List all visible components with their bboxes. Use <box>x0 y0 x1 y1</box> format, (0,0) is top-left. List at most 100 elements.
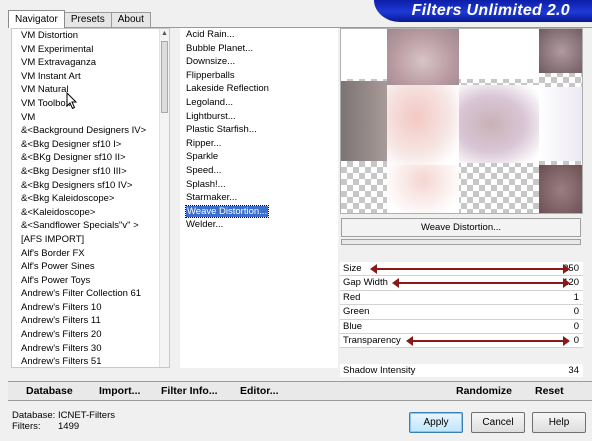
category-item[interactable]: &<BKg Designer sf10 II> <box>12 151 169 165</box>
filter-item-label: Weave Distortion... <box>184 204 270 218</box>
category-item[interactable]: VM Instant Art <box>12 70 169 84</box>
mouse-cursor-icon <box>66 92 78 110</box>
arrow-annotation <box>370 264 570 274</box>
category-item[interactable]: &<Bkg Kaleidoscope> <box>12 192 169 206</box>
param-gap-width[interactable]: Gap Width 120 <box>340 276 583 291</box>
param-size[interactable]: Size 250 <box>340 262 583 277</box>
filter-item-label: Legoland... <box>186 96 234 108</box>
progress-bar <box>341 239 581 245</box>
filter-item[interactable]: Lakeside Reflection <box>180 82 338 96</box>
category-item[interactable]: VM Distortion <box>12 29 169 43</box>
category-item[interactable]: Andrew's Filters 20 <box>12 328 169 342</box>
category-scrollbar[interactable]: ▲ <box>159 29 169 367</box>
scroll-up-icon[interactable]: ▲ <box>160 29 169 39</box>
apply-button[interactable]: Apply <box>409 412 463 433</box>
category-item[interactable]: Alf's Border FX <box>12 247 169 261</box>
tab-bar: Navigator Presets About <box>8 10 151 28</box>
action-bar: Database Import... Filter Info... Editor… <box>8 381 592 401</box>
filter-item-label: Welder... <box>186 219 224 231</box>
param-value: 0 <box>573 334 579 346</box>
param-label: Size <box>343 263 362 274</box>
param-value: 0 <box>573 320 579 332</box>
filter-item-label: Lakeside Reflection <box>186 83 269 95</box>
category-item[interactable]: VM <box>12 111 169 125</box>
filter-item[interactable]: Legoland... <box>180 96 338 110</box>
filter-item[interactable]: Starmaker... <box>180 191 338 205</box>
preview-image <box>340 28 583 214</box>
param-value: 34 <box>568 365 579 376</box>
category-item[interactable]: Alf's Power Sines <box>12 260 169 274</box>
param-label: Shadow Intensity <box>343 365 416 376</box>
param-shadow-intensity[interactable]: Shadow Intensity 34 <box>340 364 583 377</box>
filter-item[interactable]: Welder... <box>180 218 338 232</box>
category-item[interactable]: &<Kaleidoscope> <box>12 206 169 220</box>
filter-item-label: Sparkle <box>186 151 219 163</box>
filter-item[interactable]: Lightburst... <box>180 110 338 124</box>
filters-count-value: 1499 <box>58 421 80 432</box>
param-green[interactable]: Green 0 <box>340 305 583 320</box>
filter-list[interactable]: Acid Rain... Bubble Planet... Downsize... F… <box>180 28 338 368</box>
param-label: Blue <box>343 320 363 332</box>
filter-item[interactable]: Acid Rain... <box>180 28 338 42</box>
filter-item-label: Flipperballs <box>186 69 235 81</box>
param-red[interactable]: Red 1 <box>340 290 583 306</box>
filter-item[interactable]: Speed... <box>180 164 338 178</box>
param-blue[interactable]: Blue 0 <box>340 319 583 334</box>
filter-item[interactable]: Flipperballs <box>180 69 338 83</box>
arrow-annotation <box>406 335 570 346</box>
database-link[interactable]: Database <box>26 385 73 397</box>
filter-item[interactable]: Sparkle <box>180 150 338 164</box>
category-item[interactable]: Alf's Power Toys <box>12 274 169 288</box>
param-transparency[interactable]: Transparency 0 <box>340 333 583 349</box>
category-item[interactable]: &<Sandflower Specials"v" > <box>12 219 169 233</box>
category-item[interactable]: VM Natural <box>12 83 169 97</box>
category-item[interactable]: Andrew's Filter Collection 61 <box>12 287 169 301</box>
filter-item-label: Downsize... <box>186 56 236 68</box>
reset-link[interactable]: Reset <box>535 385 564 397</box>
param-label: Red <box>343 291 361 303</box>
filter-item-label: Starmaker... <box>186 192 238 204</box>
filter-info-link[interactable]: Filter Info... <box>161 385 218 397</box>
category-item[interactable]: VM Experimental <box>12 43 169 57</box>
category-item[interactable]: Andrew's Filters 11 <box>12 314 169 328</box>
filter-item[interactable]: Weave Distortion... <box>180 204 338 219</box>
filter-item-label: Splash!... <box>186 178 226 190</box>
category-item[interactable]: VM Extravaganza <box>12 56 169 70</box>
help-button[interactable]: Help <box>532 412 586 433</box>
database-info: Database: ICNET-Filters Filters: 1499 <box>12 410 115 432</box>
filter-item-label: Ripper... <box>186 137 222 149</box>
parameter-list: Size 250 Gap Width 120 Red 1 Green 0 Blu… <box>340 262 583 349</box>
filter-item[interactable]: Downsize... <box>180 55 338 69</box>
category-item[interactable]: &<Bkg Designers sf10 IV> <box>12 179 169 193</box>
randomize-link[interactable]: Randomize <box>456 385 512 397</box>
arrow-annotation <box>392 278 570 289</box>
filter-item[interactable]: Splash!... <box>180 178 338 192</box>
category-item[interactable]: VM Toolbox <box>12 97 169 111</box>
scroll-thumb[interactable] <box>161 41 168 113</box>
import-link[interactable]: Import... <box>99 385 140 397</box>
editor-link[interactable]: Editor... <box>240 385 279 397</box>
tab-presets[interactable]: Presets <box>63 12 112 28</box>
category-item[interactable]: &<Bkg Designer sf10 I> <box>12 138 169 152</box>
category-item[interactable]: Andrew's Filters 51 <box>12 355 169 367</box>
filter-item[interactable]: Ripper... <box>180 137 338 151</box>
filter-item-label: Speed... <box>186 164 222 176</box>
param-label: Transparency <box>343 334 401 346</box>
category-item[interactable]: &<Bkg Designer sf10 III> <box>12 165 169 179</box>
filter-name-button[interactable]: Weave Distortion... <box>341 218 581 237</box>
database-label: Database: <box>12 410 56 421</box>
category-item[interactable]: [AFS IMPORT] <box>12 233 169 247</box>
app-banner: Filters Unlimited 2.0 <box>374 0 592 22</box>
category-item[interactable]: &<Background Designers IV> <box>12 124 169 138</box>
tab-navigator[interactable]: Navigator <box>8 10 65 28</box>
category-item[interactable]: Andrew's Filters 10 <box>12 301 169 315</box>
category-item[interactable]: Andrew's Filters 30 <box>12 342 169 356</box>
cancel-button[interactable]: Cancel <box>471 412 525 433</box>
filter-item[interactable]: Bubble Planet... <box>180 42 338 56</box>
filter-item[interactable]: Plastic Starfish... <box>180 123 338 137</box>
filters-count-label: Filters: <box>12 421 41 432</box>
filter-item-label: Lightburst... <box>186 110 236 122</box>
filter-item-label: Acid Rain... <box>186 29 235 40</box>
tab-about[interactable]: About <box>110 12 151 28</box>
category-list[interactable]: VM Distortion VM Experimental VM Extravaga… <box>11 28 170 368</box>
